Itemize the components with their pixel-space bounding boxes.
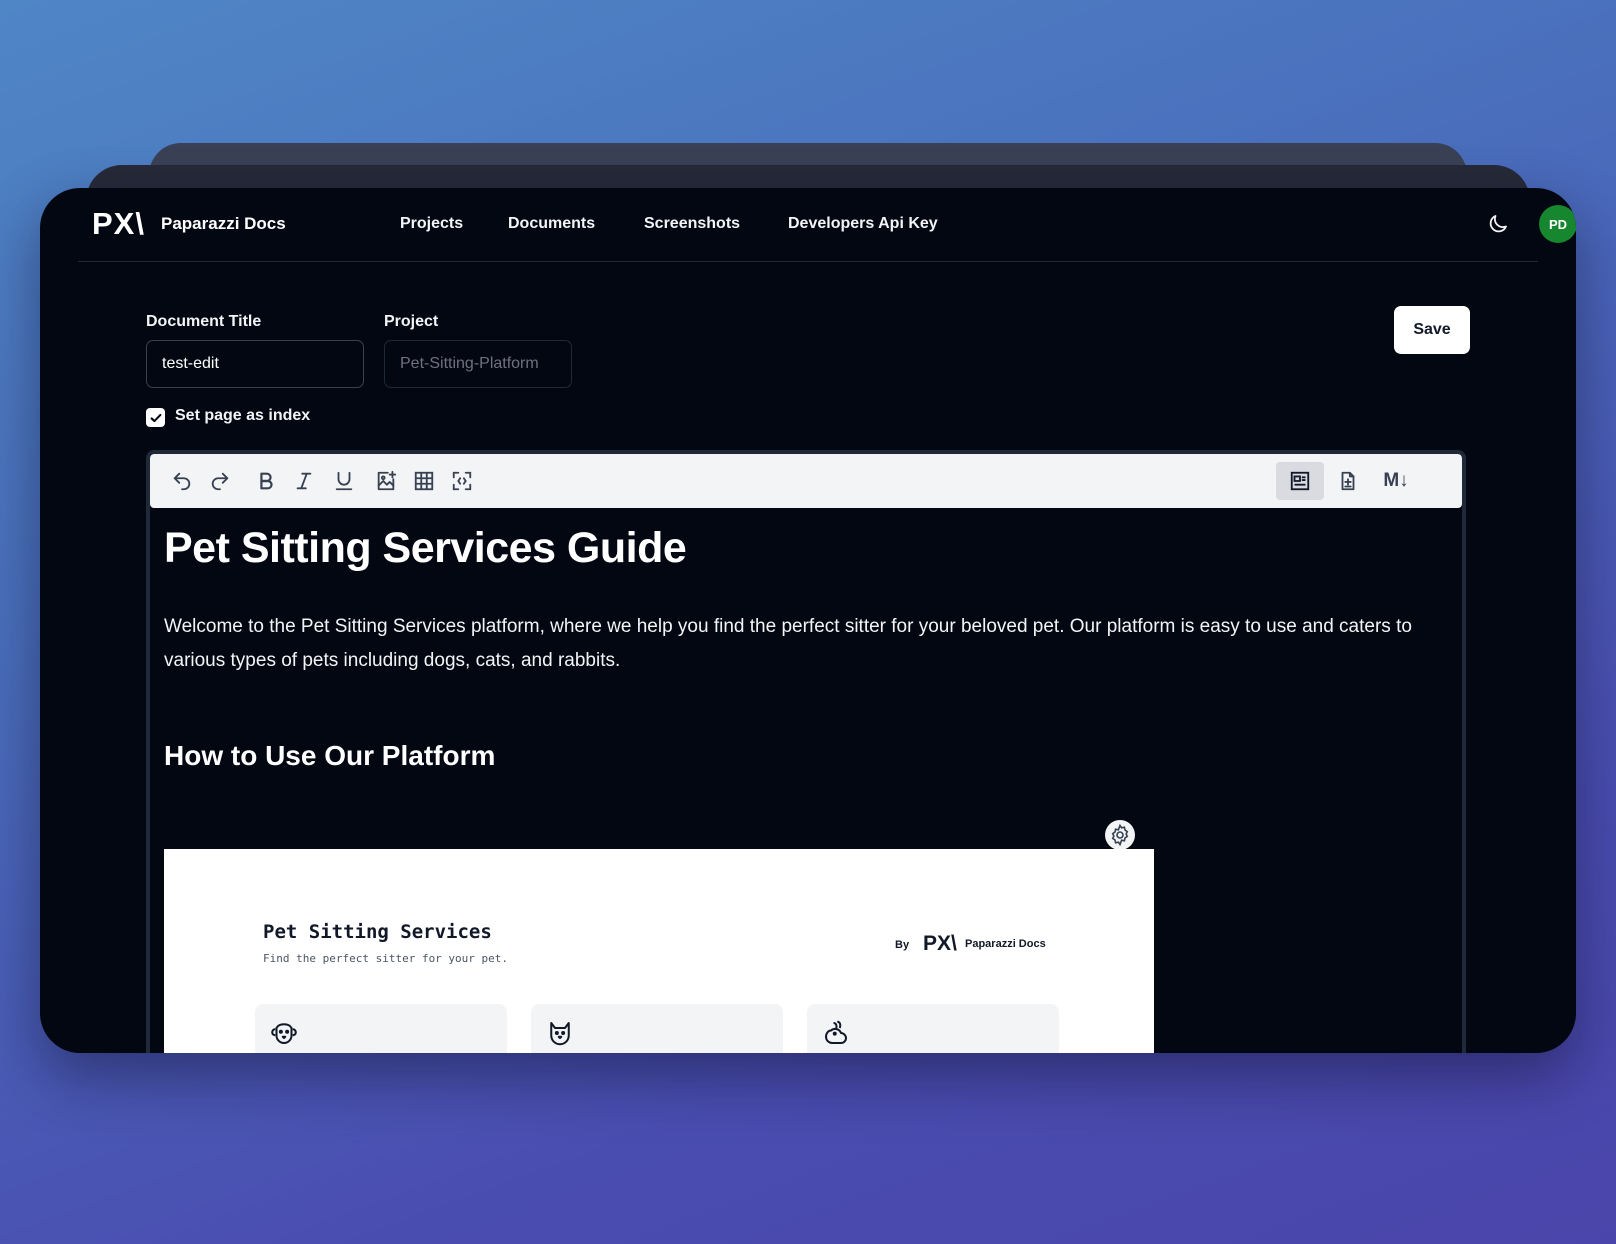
top-navbar: PX\ Paparazzi Docs Projects Documents Sc… xyxy=(78,188,1576,262)
screenshot-by-label: By xyxy=(895,939,910,951)
cat-icon xyxy=(550,1022,570,1046)
screenshot-logo-mark: PX\ xyxy=(923,932,957,955)
nav-link-projects[interactable]: Projects xyxy=(400,215,463,233)
brand-name[interactable]: Paparazzi Docs xyxy=(161,214,286,234)
dark-mode-toggle-icon[interactable] xyxy=(1486,212,1510,236)
set-index-label[interactable]: Set page as index xyxy=(175,407,310,425)
document-title-label: Document Title xyxy=(146,313,262,330)
nav-link-developers-api-key[interactable]: Developers Api Key xyxy=(788,215,938,233)
nav-link-documents[interactable]: Documents xyxy=(508,215,595,233)
undo-icon[interactable] xyxy=(166,465,198,497)
user-avatar[interactable]: PD xyxy=(1539,205,1576,243)
insert-image-icon[interactable] xyxy=(370,465,402,497)
screenshot-capture-icon[interactable] xyxy=(446,465,478,497)
app-window: PX\ Paparazzi Docs Projects Documents Sc… xyxy=(40,188,1576,1053)
gear-icon[interactable] xyxy=(1105,820,1135,850)
redo-icon[interactable] xyxy=(204,465,236,497)
project-input[interactable] xyxy=(384,340,572,388)
rabbit-icon xyxy=(825,1020,847,1044)
screenshot-brand: Paparazzi Docs xyxy=(965,938,1046,950)
visual-editor-icon[interactable] xyxy=(1276,462,1324,500)
screenshot-title: Pet Sitting Services xyxy=(263,921,492,943)
nav-link-screenshots[interactable]: Screenshots xyxy=(644,215,740,233)
logo-mark[interactable]: PX\ xyxy=(92,206,145,242)
markdown-icon[interactable]: M↓ xyxy=(1374,465,1418,497)
underline-icon[interactable] xyxy=(328,465,360,497)
document-icon[interactable] xyxy=(1332,465,1364,497)
set-index-checkbox[interactable] xyxy=(146,408,165,427)
dog-icon xyxy=(271,1023,297,1044)
pet-card-dog xyxy=(255,1004,507,1053)
document-title-input[interactable] xyxy=(146,340,364,388)
bold-icon[interactable] xyxy=(250,465,282,497)
editor-toolbar: M↓ xyxy=(150,454,1462,508)
pet-card-rabbit xyxy=(807,1004,1059,1053)
checkmark-icon xyxy=(150,413,161,422)
embedded-screenshot[interactable]: Pet Sitting Services Find the perfect si… xyxy=(164,849,1154,1053)
document-subheading[interactable]: How to Use Our Platform xyxy=(164,740,495,772)
screenshot-subtitle: Find the perfect sitter for your pet. xyxy=(263,952,509,965)
document-heading[interactable]: Pet Sitting Services Guide xyxy=(164,524,687,573)
document-paragraph[interactable]: Welcome to the Pet Sitting Services plat… xyxy=(164,610,1424,678)
table-icon[interactable] xyxy=(408,465,440,497)
save-button[interactable]: Save xyxy=(1394,306,1470,354)
pet-card-cat xyxy=(531,1004,783,1053)
rich-text-editor: M↓ Pet Sitting Services Guide Welcome to… xyxy=(146,450,1466,1053)
italic-icon[interactable] xyxy=(288,465,320,497)
project-label: Project xyxy=(384,313,439,330)
